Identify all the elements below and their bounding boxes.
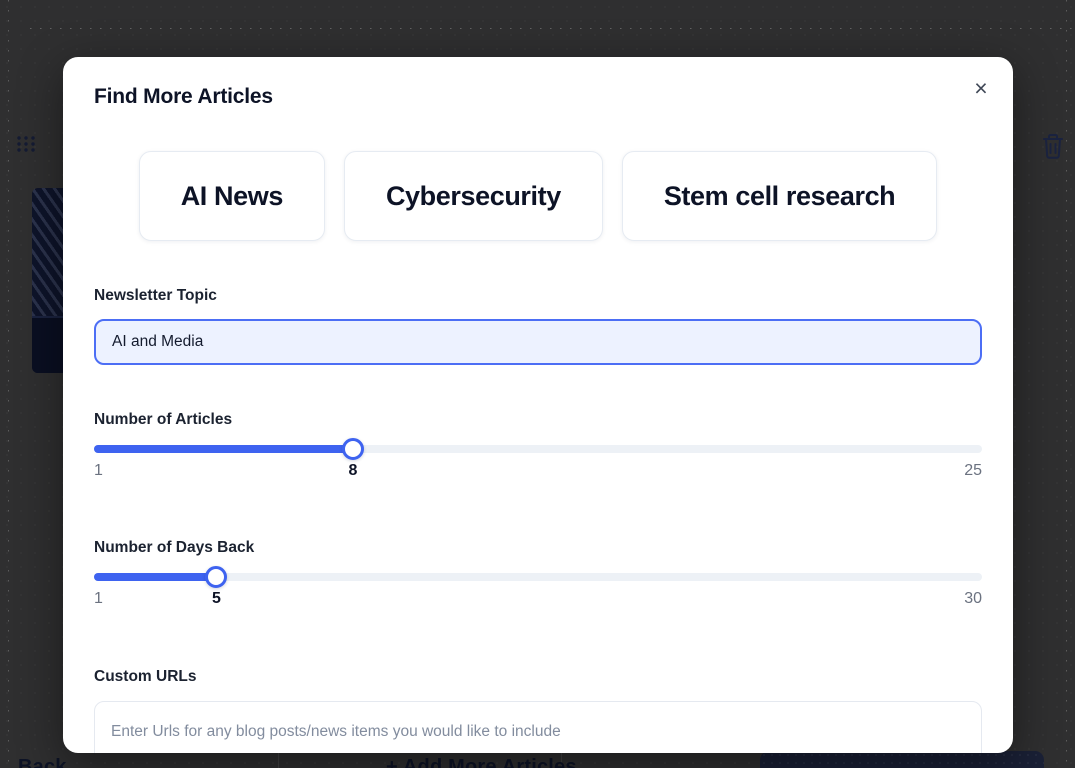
slider-current-value: 5 [212, 590, 221, 608]
add-more-articles-button-partial[interactable]: + Add More Articles [386, 756, 577, 768]
number-of-days-back-label: Number of Days Back [94, 539, 254, 557]
suggested-topic-cybersecurity[interactable]: Cybersecurity [344, 151, 603, 241]
newsletter-topic-label: Newsletter Topic [94, 287, 217, 305]
table-column-divider [278, 753, 279, 768]
suggested-topic-stem-cell-research[interactable]: Stem cell research [622, 151, 937, 241]
close-icon[interactable]: × [966, 73, 996, 103]
slider-max-label: 30 [964, 590, 982, 608]
slider-current-value: 8 [349, 462, 358, 480]
slider-fill [94, 445, 353, 453]
custom-urls-input[interactable] [94, 701, 982, 753]
custom-urls-label: Custom URLs [94, 668, 196, 686]
find-more-articles-modal: Find More Articles × AI News Cybersecuri… [63, 57, 1013, 753]
drag-handle-icon[interactable] [16, 134, 36, 154]
suggested-topics-row: AI News Cybersecurity Stem cell research [63, 151, 1013, 241]
suggested-topic-ai-news[interactable]: AI News [139, 151, 325, 241]
slider-min-label: 1 [94, 462, 103, 480]
number-of-articles-slider[interactable] [94, 438, 982, 460]
number-of-days-back-slider[interactable] [94, 566, 982, 588]
dotted-divider-right [1066, 0, 1067, 768]
slider-max-label: 25 [964, 462, 982, 480]
back-button-partial[interactable]: Back [18, 756, 67, 768]
modal-title: Find More Articles [94, 85, 273, 109]
number-of-articles-values: 1 8 25 [94, 462, 982, 484]
trash-icon[interactable] [1041, 132, 1065, 160]
slider-fill [94, 573, 216, 581]
slider-thumb[interactable] [342, 438, 364, 460]
dotted-divider-left [8, 0, 9, 768]
dotted-divider-horizontal [30, 28, 1075, 29]
slider-thumb[interactable] [205, 566, 227, 588]
newsletter-topic-input[interactable] [94, 319, 982, 365]
slider-min-label: 1 [94, 590, 103, 608]
number-of-days-back-values: 1 5 30 [94, 590, 982, 612]
primary-action-button-partial[interactable] [760, 751, 1044, 768]
number-of-articles-label: Number of Articles [94, 411, 232, 429]
slider-track[interactable] [94, 573, 982, 581]
